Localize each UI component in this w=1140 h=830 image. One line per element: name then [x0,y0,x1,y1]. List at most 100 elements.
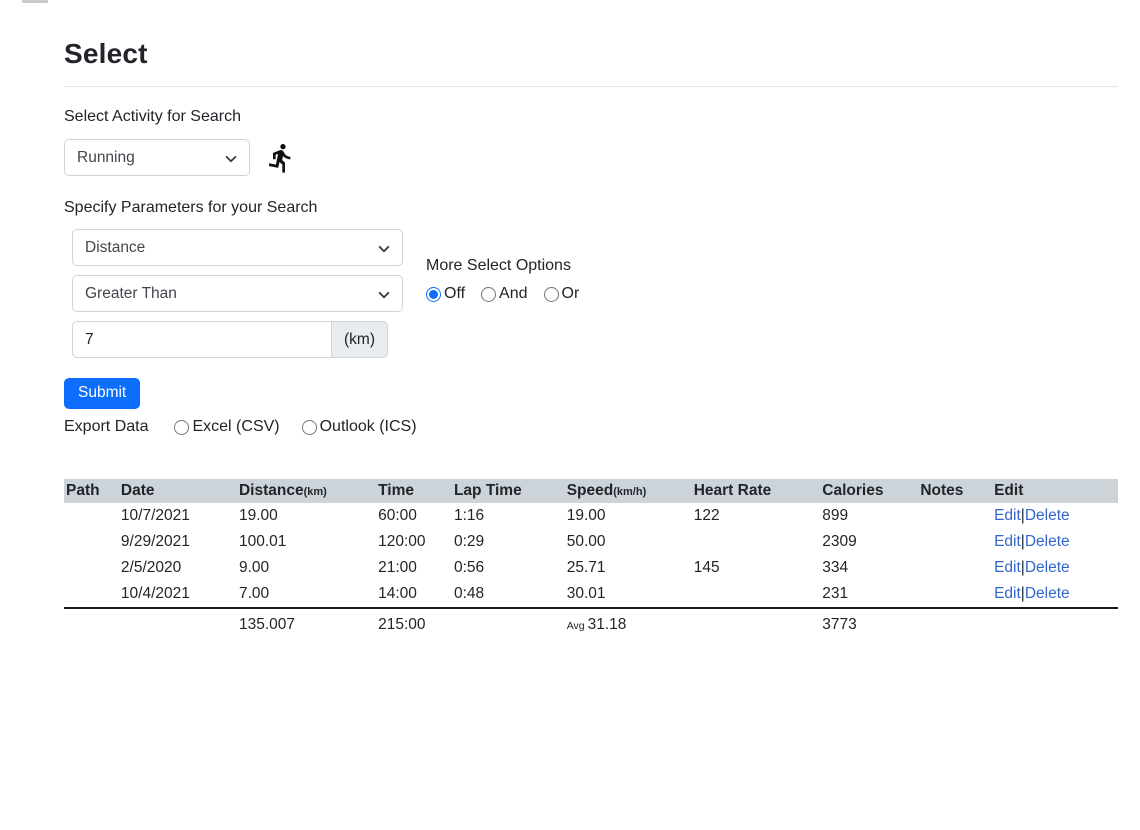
cell-notes [920,503,994,529]
cell-date: 10/7/2021 [121,503,239,529]
param-field-select[interactable]: Distance [72,229,403,266]
edit-link[interactable]: Edit [994,533,1021,550]
browser-artifact-dash [22,0,48,3]
delete-link[interactable]: Delete [1025,533,1070,550]
export-option-csv[interactable]: Excel (CSV) [174,418,279,436]
header-time: Time [378,479,454,503]
delete-link[interactable]: Delete [1025,559,1070,576]
activity-label: Select Activity for Search [64,108,1118,126]
activity-select[interactable]: Running [64,139,250,176]
header-heart-rate: Heart Rate [694,479,823,503]
totals-date [121,608,239,638]
cell-heart-rate: 122 [694,503,823,529]
cell-edit: Edit|Delete [994,555,1118,581]
totals-row: 135.007 215:00 Avg31.18 3773 [64,608,1118,638]
edit-link[interactable]: Edit [994,507,1021,524]
cell-notes [920,555,994,581]
cell-path [64,555,121,581]
activity-select-value: Running [77,149,135,167]
radio-csv-input[interactable] [174,420,189,435]
chevron-down-icon [225,151,236,162]
cell-notes [920,581,994,608]
unit-addon: (km) [332,321,388,358]
totals-speed: Avg31.18 [567,608,694,638]
cell-date: 10/4/2021 [121,581,239,608]
delete-link[interactable]: Delete [1025,585,1070,602]
totals-heart-rate [694,608,823,638]
cell-calories: 231 [822,581,920,608]
more-select-options: More Select Options Off And Or [426,257,579,303]
page-container: Select Select Activity for Search Runnin… [64,0,1118,638]
totals-time: 215:00 [378,608,454,638]
param-field-value: Distance [85,239,145,257]
export-row: Export Data Excel (CSV) Outlook (ICS) [64,418,1118,436]
param-value-input[interactable] [72,321,332,358]
avg-label: Avg [567,620,585,632]
cell-distance: 100.01 [239,529,378,555]
cell-path [64,581,121,608]
param-operator-value: Greater Than [85,285,177,303]
radio-option-or[interactable]: Or [544,285,580,303]
submit-button[interactable]: Submit [64,378,140,409]
table-row: 9/29/2021 100.01 120:00 0:29 50.00 2309 … [64,529,1118,555]
radio-option-off[interactable]: Off [426,285,465,303]
table-row: 10/7/2021 19.00 60:00 1:16 19.00 122 899… [64,503,1118,529]
table-row: 10/4/2021 7.00 14:00 0:48 30.01 231 Edit… [64,581,1118,608]
export-option-ics[interactable]: Outlook (ICS) [302,418,417,436]
activity-row: Running [64,139,1118,176]
radio-and-input[interactable] [481,287,496,302]
delete-link[interactable]: Delete [1025,507,1070,524]
results-table: Path Date Distance(km) Time Lap Time Spe… [64,479,1118,638]
header-speed: Speed(km/h) [567,479,694,503]
cell-date: 2/5/2020 [121,555,239,581]
cell-time: 21:00 [378,555,454,581]
radio-and-label: And [499,285,527,303]
cell-lap-time: 0:56 [454,555,567,581]
radio-csv-label: Excel (CSV) [192,418,279,436]
header-distance: Distance(km) [239,479,378,503]
radio-or-label: Or [562,285,580,303]
param-operator-select[interactable]: Greater Than [72,275,403,312]
cell-distance: 19.00 [239,503,378,529]
totals-notes [920,608,994,638]
cell-heart-rate [694,581,823,608]
radio-option-and[interactable]: And [481,285,527,303]
cell-heart-rate [694,529,823,555]
runner-icon [265,141,297,175]
speed-unit: (km/h) [613,486,646,498]
cell-distance: 7.00 [239,581,378,608]
cell-lap-time: 0:29 [454,529,567,555]
distance-unit: (km) [304,486,327,498]
header-path: Path [64,479,121,503]
cell-path [64,529,121,555]
cell-speed: 30.01 [567,581,694,608]
totals-calories: 3773 [822,608,920,638]
table-row: 2/5/2020 9.00 21:00 0:56 25.71 145 334 E… [64,555,1118,581]
radio-off-label: Off [444,285,465,303]
header-notes: Notes [920,479,994,503]
header-calories: Calories [822,479,920,503]
chevron-down-icon [378,241,389,252]
edit-link[interactable]: Edit [994,585,1021,602]
cell-distance: 9.00 [239,555,378,581]
totals-path [64,608,121,638]
cell-path [64,503,121,529]
cell-notes [920,529,994,555]
cell-lap-time: 0:48 [454,581,567,608]
cell-edit: Edit|Delete [994,529,1118,555]
radio-ics-input[interactable] [302,420,317,435]
cell-calories: 899 [822,503,920,529]
radio-off-input[interactable] [426,287,441,302]
cell-calories: 334 [822,555,920,581]
export-label: Export Data [64,418,148,436]
cell-edit: Edit|Delete [994,581,1118,608]
cell-heart-rate: 145 [694,555,823,581]
params-label: Specify Parameters for your Search [64,199,1118,217]
radio-or-input[interactable] [544,287,559,302]
edit-link[interactable]: Edit [994,559,1021,576]
cell-time: 60:00 [378,503,454,529]
cell-speed: 19.00 [567,503,694,529]
cell-speed: 50.00 [567,529,694,555]
totals-edit [994,608,1118,638]
cell-lap-time: 1:16 [454,503,567,529]
